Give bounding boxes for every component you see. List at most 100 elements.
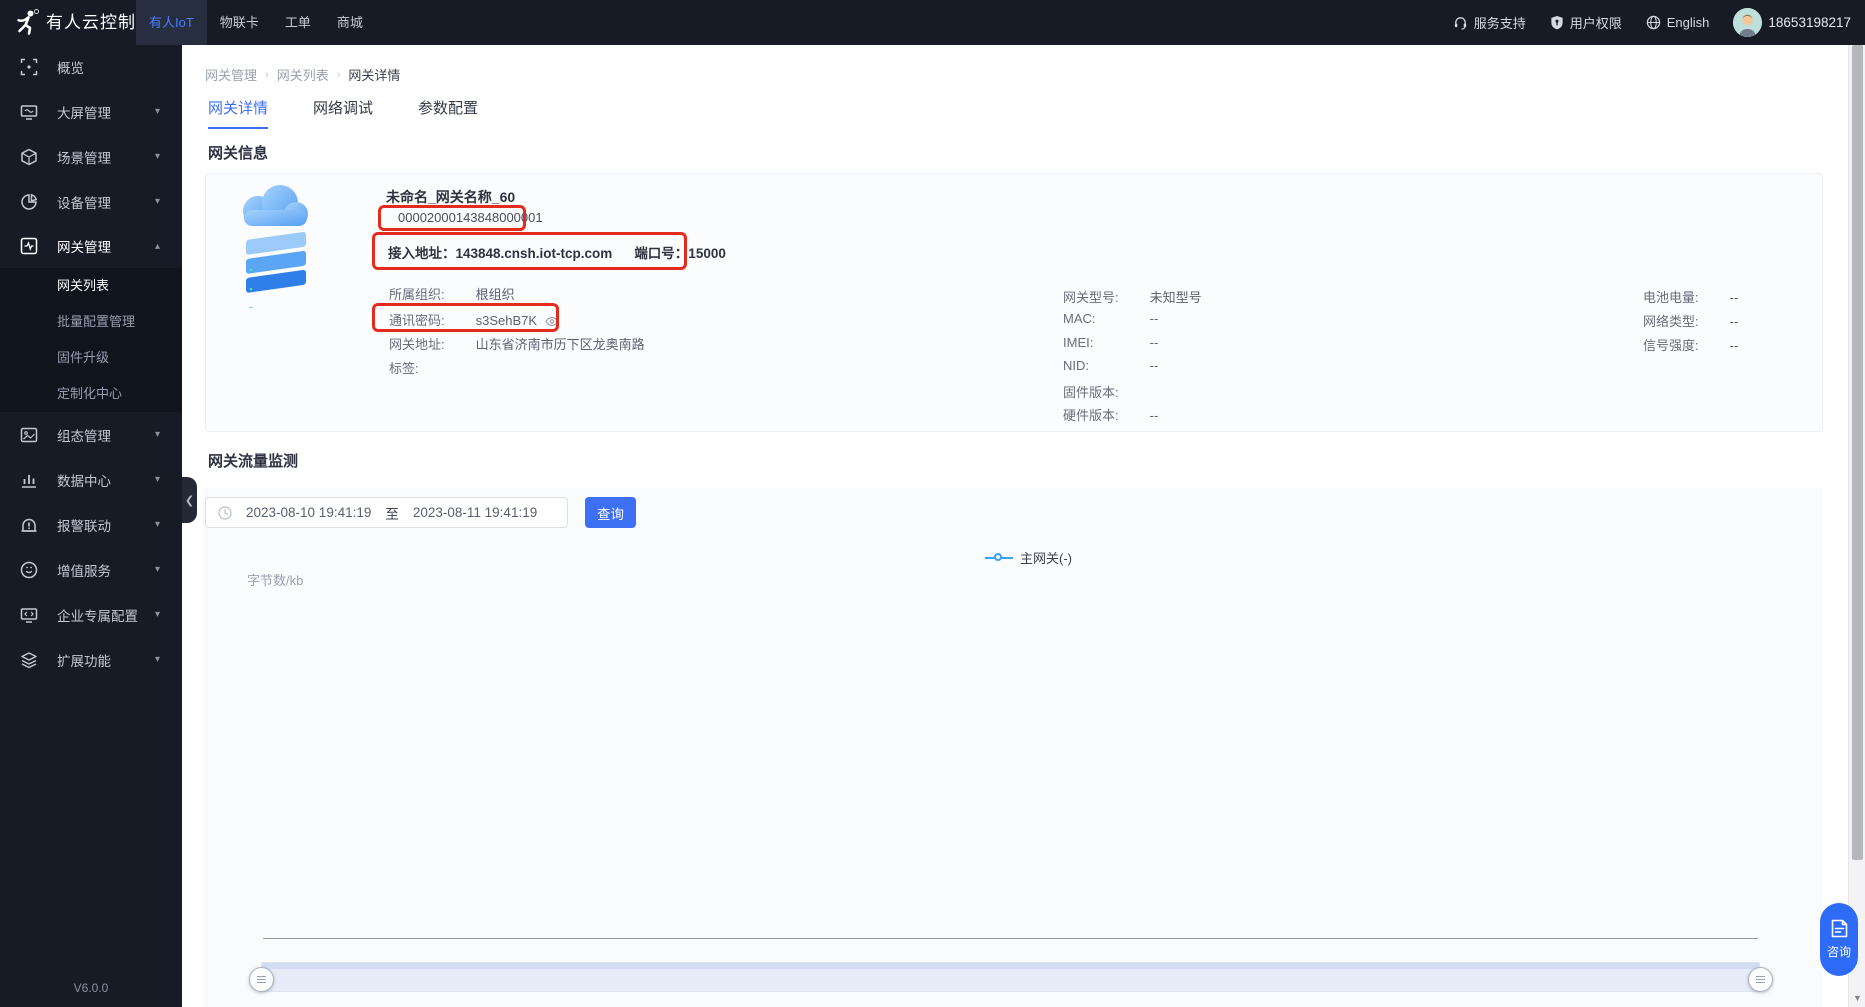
service-support-label: 服务支持 [1473,16,1526,31]
gateway-info-card: 未命名_网关名称_60 00002000143848000001 接入地址：14… [205,173,1823,432]
date-end-value: 2023-08-11 19:41:19 [412,505,538,520]
sidebar-item-overview[interactable]: 概览 [0,45,182,89]
chart-legend-item[interactable]: 主网关(-) [985,548,1072,567]
tab-gateway-detail[interactable]: 网关详情 [208,97,269,129]
traffic-section-title: 网关流量监测 [208,453,299,470]
headset-icon [1454,17,1466,30]
sidebar-item-data-center[interactable]: 数据中心 ▾ [0,457,182,502]
chevron-down-icon: ▾ [154,429,160,440]
field-label: 通讯密码: [389,313,445,328]
access-port: 端口号：15000 [634,246,726,261]
sidebar-subitem-firmware-upgrade[interactable]: 固件升级 [0,340,182,376]
navbar-right: 服务支持 用户权限 English 18653198217 [1453,0,1851,45]
cloud-gateway-illustration [243,185,308,308]
sidebar-item-label: 数据中心 [57,473,111,489]
user-permission-button[interactable]: 用户权限 [1550,13,1622,32]
user-account[interactable]: 18653198217 [1733,8,1851,37]
nav-tab-work-order[interactable]: 工单 [272,0,324,45]
date-range-input[interactable]: 2023-08-10 19:41:19 至 2023-08-11 19:41:1… [205,497,568,528]
account-phone-number: 18653198217 [1768,15,1851,30]
chevron-down-icon: ▾ [154,609,160,620]
sidebar-item-label: 企业专属配置 [57,608,138,624]
page-scrollbar: ▼ [1848,45,1865,1007]
chevron-down-icon: ▾ [154,474,160,485]
nav-tab-iot-card[interactable]: 物联卡 [207,0,272,45]
tab-parameter-config[interactable]: 参数配置 [418,97,478,129]
sidebar-subitem-customization-center[interactable]: 定制化中心 [0,376,182,412]
y-axis-label: 字节数/kb [247,573,304,588]
datazoom-left-handle[interactable] [249,967,274,992]
field-label: 电池电量: [1643,290,1699,305]
breadcrumb-separator: › [336,68,341,81]
tab-network-debug[interactable]: 网络调试 [313,97,373,129]
data-icon [22,474,36,488]
sidebar-item-scene-mgmt[interactable]: 场景管理 ▾ [0,134,182,179]
field-mac: MAC: -- [1063,311,1158,326]
field-value: -- [1149,335,1159,350]
sidebar-item-alarm-linkage[interactable]: 报警联动 ▾ [0,502,182,547]
field-label: 网关型号: [1063,290,1119,305]
app-root: 有人云控制台 有人IoT 物联卡 工单 商城 服务支持 用户权限 English [0,0,1865,1007]
screen-icon [20,104,38,120]
gateway-access-info: 接入地址：143848.cnsh.iot-tcp.com 端口号：15000 [388,242,726,262]
gateway-info-section-title: 网关信息 [208,145,269,162]
field-nid: NID: -- [1063,358,1158,373]
language-label: English [1666,15,1710,30]
consult-floating-button[interactable]: 咨询 [1820,903,1858,976]
nav-tab-mall[interactable]: 商城 [324,0,376,45]
breadcrumb-gateway-list[interactable]: 网关列表 [277,65,329,84]
language-switch-button[interactable]: English [1646,15,1710,30]
sidebar-subitem-batch-config[interactable]: 批量配置管理 [0,304,182,340]
field-imei: IMEI: -- [1063,335,1158,350]
field-value: 未知型号 [1149,290,1202,305]
sidebar-item-extensions[interactable]: 扩展功能 ▾ [0,637,182,682]
sidebar-item-device-mgmt[interactable]: 设备管理 ▾ [0,179,182,224]
field-gateway-model: 网关型号: 未知型号 [1063,287,1202,306]
sidebar-item-scada-mgmt[interactable]: 组态管理 ▾ [0,412,182,457]
field-comm-password: 通讯密码: s3SehB7K [389,310,559,329]
gateway-name: 未命名_网关名称_60 [386,189,516,205]
sidebar-item-gateway-mgmt[interactable]: 网关管理 ▴ [0,224,182,268]
field-network-type: 网络类型: -- [1643,311,1738,330]
gateway-submenu: 网关列表 批量配置管理 固件升级 定制化中心 [0,268,182,412]
datazoom-right-handle[interactable] [1748,967,1773,992]
sidebar-subitem-gateway-list[interactable]: 网关列表 [0,268,182,304]
breadcrumb-gateway-mgmt[interactable]: 网关管理 [205,65,257,84]
extension-icon [21,651,37,668]
field-gateway-address: 网关地址: 山东省济南市历下区龙奥南路 [389,334,645,353]
sidebar-item-label: 增值服务 [57,563,111,579]
sidebar-item-enterprise-config[interactable]: 企业专属配置 ▾ [0,592,182,637]
nav-tab-usr-iot[interactable]: 有人IoT [136,0,207,45]
field-value: -- [1729,290,1739,305]
field-value: -- [1149,311,1159,326]
sidebar-item-label: 场景管理 [57,150,111,166]
alarm-icon [21,518,37,532]
sidebar-item-screen-mgmt[interactable]: 大屏管理 ▾ [0,89,182,134]
service-support-button[interactable]: 服务支持 [1453,13,1526,32]
globe-icon [1646,15,1660,30]
sidebar-item-label: 扩展功能 [57,653,111,669]
navbar-tabs: 有人IoT 物联卡 工单 商城 [136,0,376,45]
x-axis-line [263,938,1758,939]
consult-label: 咨询 [1826,945,1851,959]
user-avatar [1733,8,1763,37]
sidebar-collapse-handle[interactable]: ❮ [182,477,197,523]
field-label: 固件版本: [1063,385,1119,400]
field-organization: 所属组织: 根组织 [389,284,515,303]
usr-logo-icon [17,9,39,35]
datazoom-slider[interactable] [261,962,1760,992]
chevron-down-icon: ▾ [154,519,160,530]
eye-icon[interactable] [544,316,559,327]
user-permission-label: 用户权限 [1569,16,1622,31]
scrollbar-down-arrow[interactable]: ▼ [1852,993,1863,1004]
scrollbar-thumb[interactable] [1852,45,1863,860]
sidebar-item-value-added[interactable]: 增值服务 ▾ [0,547,182,592]
document-icon [1831,919,1847,938]
main-content: 网关管理 › 网关列表 › 网关详情 网关详情 网络调试 参数配置 网关信息 未… [182,45,1865,1007]
field-value: 山东省济南市历下区龙奥南路 [475,337,645,352]
field-firmware-version: 固件版本: [1063,382,1146,401]
field-label: 网络类型: [1643,314,1699,329]
field-hardware-version: 硬件版本: -- [1063,405,1158,424]
query-button[interactable]: 查询 [585,497,636,528]
sidebar-item-label: 组态管理 [57,428,111,444]
